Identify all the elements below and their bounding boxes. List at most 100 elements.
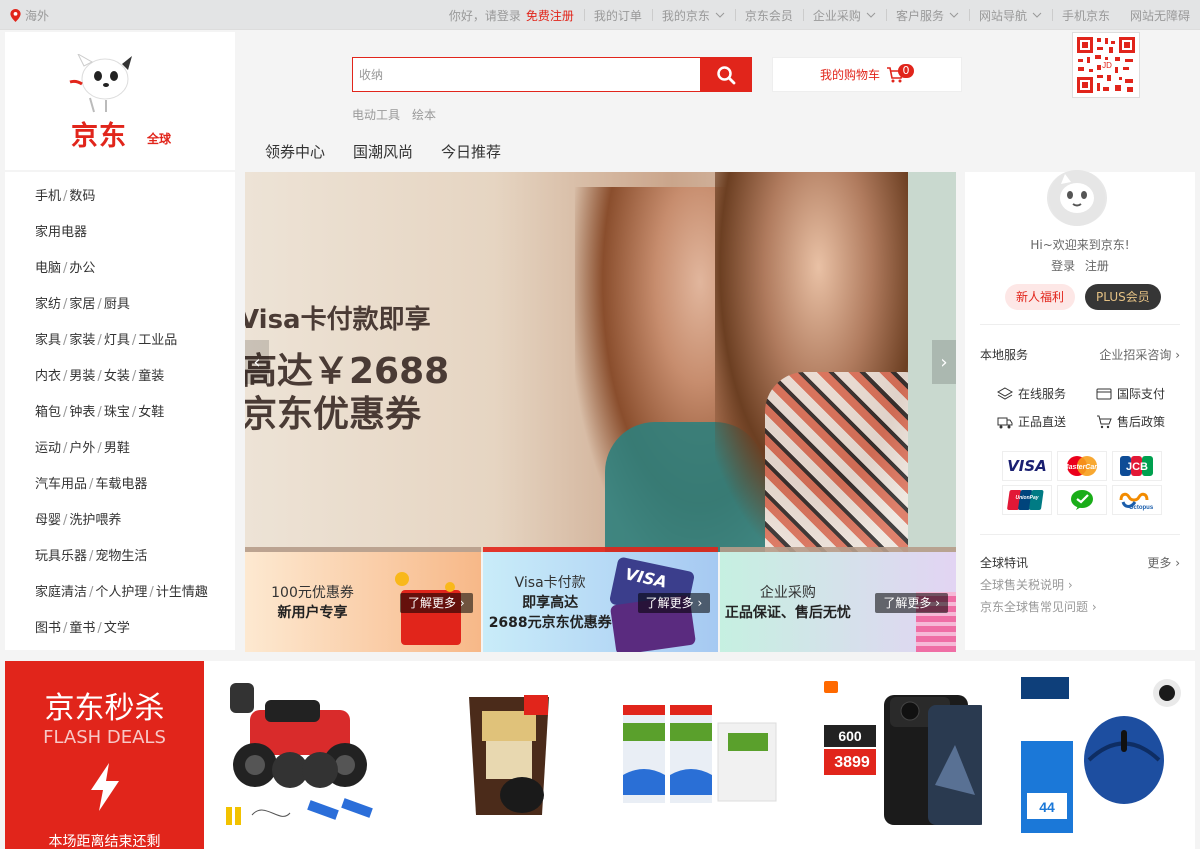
register-link[interactable]: 注册 [1085, 259, 1109, 273]
subbanner-new-user[interactable]: 100元优惠券 新用户专享 了解更多 › [245, 552, 481, 652]
nav-jd-member[interactable]: 京东会员 [734, 7, 803, 24]
banner-next-button[interactable]: › [932, 340, 956, 384]
category-link[interactable]: 男装 [69, 369, 95, 384]
category-link[interactable]: 宠物生活 [95, 549, 147, 564]
search-button[interactable] [700, 57, 752, 92]
subnav-coupon-center[interactable]: 领券中心 [265, 141, 325, 162]
category-link[interactable]: 玩具乐器 [35, 549, 87, 564]
category-item[interactable]: 玩具乐器 / 宠物生活 [5, 545, 235, 581]
cart-button[interactable]: 我的购物车 0 [772, 57, 962, 92]
category-link[interactable]: 户外 [69, 441, 95, 456]
location-selector[interactable]: 海外 [10, 7, 49, 24]
tax-info-link[interactable]: 全球售关税说明 › [980, 576, 1073, 593]
nav-my-jd[interactable]: 我的京东 [651, 7, 735, 24]
chevron-down-icon [715, 12, 725, 18]
category-item[interactable]: 家纺 / 家居 / 厨具 [5, 293, 235, 329]
nav-customer-service[interactable]: 客户服务 [885, 7, 969, 24]
avatar[interactable] [1047, 170, 1107, 226]
global-news-more-link[interactable]: 更多 › [1147, 554, 1180, 571]
nav-enterprise[interactable]: 企业采购 [802, 7, 886, 24]
brand-sub: 全球 [147, 132, 172, 146]
category-link[interactable]: 母婴 [35, 513, 61, 528]
category-link[interactable]: 厨具 [104, 297, 130, 312]
service-online[interactable]: 在线服务 [997, 385, 1066, 402]
subbanner-visa[interactable]: VISA Visa卡付款 即享高达 2688元京东优惠券 了解更多 › [482, 552, 719, 652]
category-link[interactable]: 内衣 [35, 369, 61, 384]
category-item[interactable]: 内衣 / 男装 / 女装 / 童装 [5, 365, 235, 401]
category-link[interactable]: 文学 [104, 621, 130, 636]
search-input[interactable] [352, 57, 700, 92]
category-link[interactable]: 童装 [138, 369, 164, 384]
category-link[interactable]: 车载电器 [95, 477, 147, 492]
banner-prev-button[interactable]: ‹ [245, 340, 269, 384]
category-item[interactable]: 家庭清洁 / 个人护理 / 计生情趣 [5, 581, 235, 617]
category-separator: / [97, 621, 102, 636]
learn-more-button[interactable]: 了解更多 › [875, 593, 948, 613]
category-item[interactable]: 运动 / 户外 / 男鞋 [5, 437, 235, 473]
category-item[interactable]: 母婴 / 洗护喂养 [5, 509, 235, 545]
flash-deals-panel[interactable]: 京东秒杀 FLASH DEALS 本场距离结束还剩 [5, 661, 204, 849]
category-link[interactable]: 珠宝 [104, 405, 130, 420]
category-link[interactable]: 办公 [69, 261, 95, 276]
plus-member-button[interactable]: PLUS会员 [1085, 284, 1161, 310]
learn-more-button[interactable]: 了解更多 › [637, 593, 711, 613]
nav-site-map[interactable]: 网站导航 [968, 7, 1052, 24]
newbie-benefits-button[interactable]: 新人福利 [1005, 284, 1076, 310]
category-link[interactable]: 运动 [35, 441, 61, 456]
category-link[interactable]: 图书 [35, 621, 61, 636]
category-link[interactable]: 计生情趣 [156, 585, 208, 600]
category-link[interactable]: 灯具 [104, 333, 130, 348]
service-after-sales[interactable]: 售后政策 [1096, 413, 1165, 430]
product-card[interactable] [220, 675, 382, 837]
category-link[interactable]: 女装 [104, 369, 130, 384]
category-link[interactable]: 家居 [69, 297, 95, 312]
category-link[interactable]: 钟表 [69, 405, 95, 420]
product-card[interactable]: 600 3899 [820, 675, 988, 837]
category-link[interactable]: 工业品 [138, 333, 177, 348]
logo[interactable]: 京东 全球 [5, 32, 235, 170]
category-link[interactable]: 家庭清洁 [35, 585, 87, 600]
login-greeting[interactable]: 你好，请登录 免费注册 [439, 7, 584, 24]
category-item[interactable]: 家用电器 [5, 221, 235, 257]
category-item[interactable]: 电脑 / 办公 [5, 257, 235, 293]
category-link[interactable]: 家纺 [35, 297, 61, 312]
category-link[interactable]: 箱包 [35, 405, 61, 420]
register-link[interactable]: 免费注册 [526, 7, 574, 24]
category-item[interactable]: 汽车用品 / 车载电器 [5, 473, 235, 509]
category-link[interactable]: 男鞋 [104, 441, 130, 456]
enterprise-consult-link[interactable]: 企业招采咨询 › [1099, 346, 1180, 363]
hot-word[interactable]: 电动工具 [352, 106, 400, 123]
login-link[interactable]: 登录 [1051, 259, 1075, 273]
subbanner-enterprise[interactable]: 企业采购 正品保证、售后无忧 了解更多 › [720, 552, 957, 652]
category-item[interactable]: 家具 / 家装 / 灯具 / 工业品 [5, 329, 235, 365]
faq-link[interactable]: 京东全球售常见问题 › [980, 598, 1097, 615]
category-link[interactable]: 汽车用品 [35, 477, 87, 492]
category-link[interactable]: 童书 [69, 621, 95, 636]
nav-mobile-jd[interactable]: 手机京东 [1051, 7, 1120, 24]
product-card[interactable] [618, 675, 780, 837]
product-card[interactable] [434, 675, 596, 837]
service-direct-ship[interactable]: 正品直送 [997, 413, 1066, 430]
category-link[interactable]: 电脑 [35, 261, 61, 276]
category-link[interactable]: 手机 [35, 189, 61, 204]
product-card[interactable]: 44 [1019, 675, 1181, 837]
main-banner[interactable]: Visa卡付款即享 高达￥2688 京东优惠券 [245, 172, 956, 552]
hot-word[interactable]: 绘本 [412, 106, 436, 123]
category-link[interactable]: 数码 [69, 189, 95, 204]
subnav-guochao[interactable]: 国潮风尚 [353, 141, 413, 162]
category-link[interactable]: 家用电器 [35, 225, 87, 240]
category-link[interactable]: 家具 [35, 333, 61, 348]
category-link[interactable]: 个人护理 [95, 585, 147, 600]
category-item[interactable]: 手机 / 数码 [5, 185, 235, 221]
greeting-link[interactable]: 你好，请登录 [449, 7, 521, 24]
service-intl-pay[interactable]: 国际支付 [1096, 385, 1165, 402]
category-link[interactable]: 洗护喂养 [69, 513, 121, 528]
category-item[interactable]: 图书 / 童书 / 文学 [5, 617, 235, 653]
nav-my-orders[interactable]: 我的订单 [583, 7, 652, 24]
category-link[interactable]: 女鞋 [138, 405, 164, 420]
category-link[interactable]: 家装 [69, 333, 95, 348]
learn-more-button[interactable]: 了解更多 › [400, 593, 473, 613]
category-item[interactable]: 箱包 / 钟表 / 珠宝 / 女鞋 [5, 401, 235, 437]
nav-accessibility[interactable]: 网站无障碍 [1120, 7, 1200, 24]
subnav-today-picks[interactable]: 今日推荐 [441, 141, 501, 162]
